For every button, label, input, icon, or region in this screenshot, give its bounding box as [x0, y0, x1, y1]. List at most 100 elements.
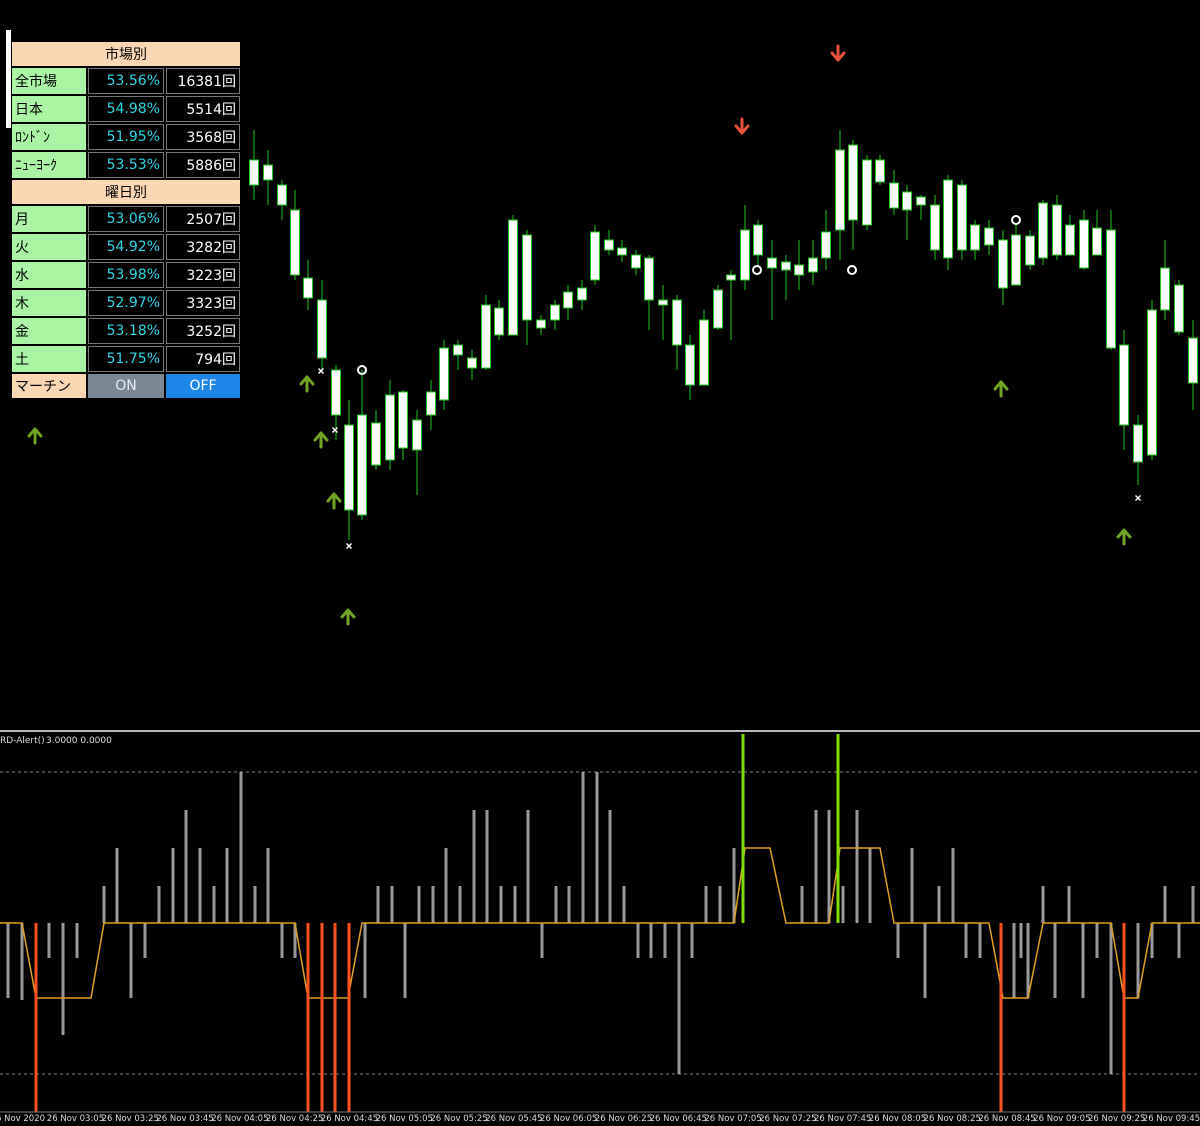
- candle-body: [644, 257, 654, 301]
- candle-body: [1160, 267, 1170, 311]
- weekday-count: 3323回: [166, 290, 240, 316]
- market-count: 16381回: [166, 68, 240, 94]
- candle-body: [713, 289, 723, 329]
- candle-body: [249, 159, 259, 186]
- candle-body: [331, 369, 341, 416]
- time-axis-label: 26 Nov 07:45: [814, 1114, 872, 1124]
- candle-body: [658, 299, 668, 306]
- candle-body: [1065, 224, 1075, 256]
- candle-body: [563, 291, 573, 309]
- candle-body: [862, 159, 872, 226]
- weekday-count: 794回: [166, 346, 240, 372]
- time-axis-label: 26 Nov 06:25: [594, 1114, 653, 1124]
- time-axis-label: 26 Nov 05:05: [375, 1114, 433, 1124]
- market-count: 5886回: [166, 152, 240, 178]
- candle-body: [453, 344, 463, 356]
- candle-body: [494, 307, 504, 336]
- time-axis-label: 26 Nov 09:45: [1142, 1114, 1200, 1124]
- candle-body: [740, 229, 750, 281]
- market-label: 全市場: [12, 68, 86, 94]
- weekday-row: 水 53.98% 3223回: [12, 262, 240, 288]
- candle-body: [1106, 229, 1116, 349]
- candle-body: [317, 299, 327, 359]
- candle-body: [930, 204, 940, 251]
- win-marker-icon: [752, 265, 762, 275]
- time-axis-label: 26 Nov 05:25: [430, 1114, 488, 1124]
- weekday-pct: 53.98%: [88, 262, 164, 288]
- up-arrow-icon: [326, 492, 342, 510]
- time-axis-label: 26 Nov 08:05: [868, 1114, 927, 1124]
- candle-body: [604, 239, 614, 251]
- candle-body: [577, 287, 587, 301]
- market-label: 日本: [12, 96, 86, 122]
- weekday-row: 火 54.92% 3282回: [12, 234, 240, 260]
- weekday-count: 3252回: [166, 318, 240, 344]
- candle-body: [467, 357, 477, 369]
- up-arrow-icon: [993, 380, 1009, 398]
- candle-body: [1092, 227, 1102, 256]
- candle-body: [821, 231, 831, 259]
- candle-body: [984, 227, 994, 246]
- candle-body: [767, 257, 777, 269]
- candle-body: [1147, 309, 1157, 456]
- candle-body: [1052, 204, 1062, 256]
- time-axis-label: 26 Nov 04:25: [266, 1114, 324, 1124]
- weekday-label: 月: [12, 206, 86, 232]
- martingale-off-button[interactable]: OFF: [166, 374, 240, 398]
- market-pct: 51.95%: [88, 124, 164, 150]
- loss-marker-icon: [317, 367, 325, 375]
- market-count: 3568回: [166, 124, 240, 150]
- market-row: ﾆｭｰﾖｰｸ 53.53% 5886回: [12, 152, 240, 178]
- candle-body: [590, 231, 600, 281]
- candle-body: [808, 257, 818, 273]
- win-marker-icon: [847, 265, 857, 275]
- up-arrow-icon: [313, 431, 329, 449]
- time-axis-label: 26 Nov 06:45: [649, 1114, 707, 1124]
- candle-body: [550, 304, 560, 321]
- loss-marker-icon: [1134, 494, 1142, 502]
- candle-body: [508, 219, 518, 336]
- market-label: ﾆｭｰﾖｰｸ: [12, 152, 86, 178]
- candle-body: [794, 264, 804, 276]
- time-axis-label: 26 Nov 08:45: [978, 1114, 1036, 1124]
- candle-body: [998, 239, 1008, 289]
- up-arrow-icon: [340, 608, 356, 626]
- time-axis-label: 26 Nov 05:45: [485, 1114, 543, 1124]
- time-axis-label: 26 Nov 06:05: [540, 1114, 598, 1124]
- win-marker-icon: [1011, 215, 1021, 225]
- weekday-pct: 53.06%: [88, 206, 164, 232]
- candle-body: [672, 299, 682, 346]
- candle-body: [536, 319, 546, 329]
- time-axis-label: 26 Nov 08:25: [923, 1114, 981, 1124]
- market-row: ﾛﾝﾄﾞﾝ 51.95% 3568回: [12, 124, 240, 150]
- candle-body: [1025, 235, 1035, 266]
- market-pct: 53.53%: [88, 152, 164, 178]
- weekday-label: 水: [12, 262, 86, 288]
- candle-body: [263, 164, 273, 181]
- loss-marker-icon: [345, 542, 353, 550]
- time-axis-label: 26 Nov 09:05: [1033, 1114, 1091, 1124]
- weekday-pct: 51.75%: [88, 346, 164, 372]
- candle-body: [303, 277, 313, 299]
- candle-body: [699, 319, 709, 386]
- candle-body: [1038, 202, 1048, 259]
- candle-body: [848, 144, 858, 221]
- candle-body: [1011, 234, 1021, 286]
- candle-body: [426, 391, 436, 416]
- candle-body: [290, 209, 300, 276]
- market-header: 市場別: [12, 42, 240, 66]
- martingale-on-button[interactable]: ON: [88, 374, 164, 398]
- candle-body: [835, 149, 845, 231]
- weekday-label: 金: [12, 318, 86, 344]
- candle-body: [371, 422, 381, 466]
- candle-body: [753, 224, 763, 256]
- time-axis-label: 26 Nov 04:05: [211, 1114, 269, 1124]
- stats-panel: 市場別 全市場 53.56% 16381回 日本 54.98% 5514回 ﾛﾝ…: [10, 40, 242, 400]
- time-axis-label: 26 Nov 07:25: [759, 1114, 817, 1124]
- market-pct: 54.98%: [88, 96, 164, 122]
- time-axis-label: 26 Nov 09:25: [1088, 1114, 1146, 1124]
- candle-body: [439, 347, 449, 401]
- weekday-pct: 52.97%: [88, 290, 164, 316]
- candle-body: [1079, 219, 1089, 269]
- market-count: 5514回: [166, 96, 240, 122]
